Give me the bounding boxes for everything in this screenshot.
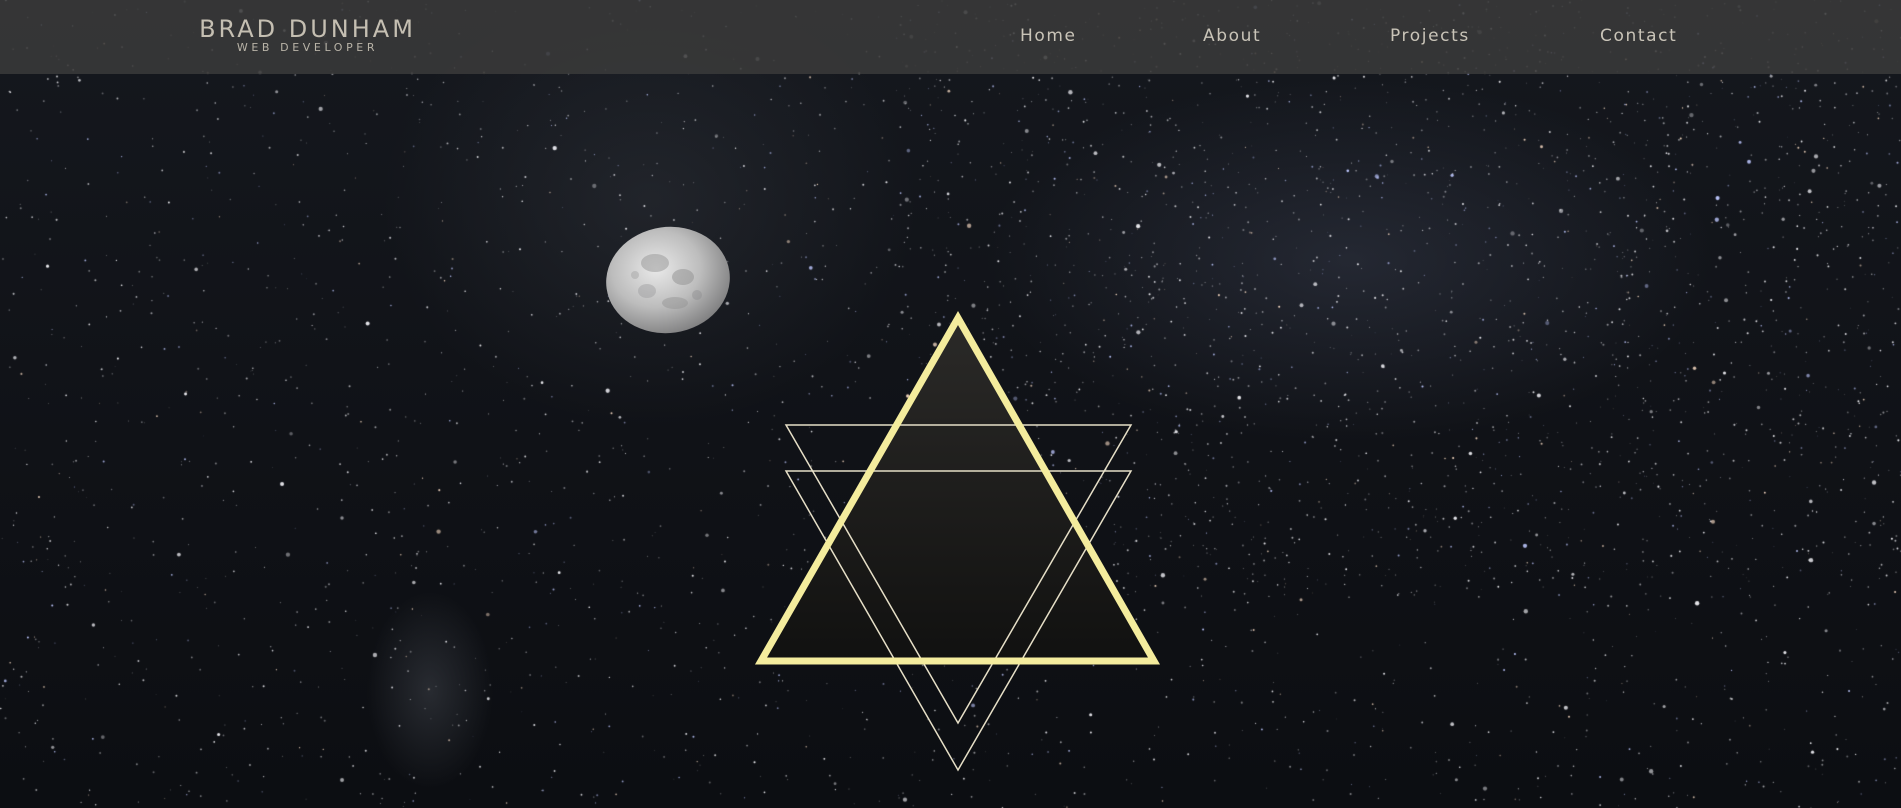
nav-link-projects[interactable]: Projects (1390, 26, 1470, 46)
brand-tagline: WEB DEVELOPER (236, 41, 379, 54)
nav-link-about[interactable]: About (1203, 26, 1261, 46)
brand-logo[interactable]: BRAD DUNHAM WEB DEVELOPER (190, 16, 425, 54)
hero-page: BRAD DUNHAM WEB DEVELOPER Home About Pro… (0, 0, 1901, 808)
nav-link-contact[interactable]: Contact (1600, 26, 1677, 46)
site-header: BRAD DUNHAM WEB DEVELOPER Home About Pro… (0, 0, 1901, 74)
brand-name: BRAD DUNHAM (199, 15, 416, 43)
nav-link-home[interactable]: Home (1020, 26, 1077, 46)
moon-image (606, 226, 730, 334)
triangle-emblem-icon (754, 310, 1161, 772)
